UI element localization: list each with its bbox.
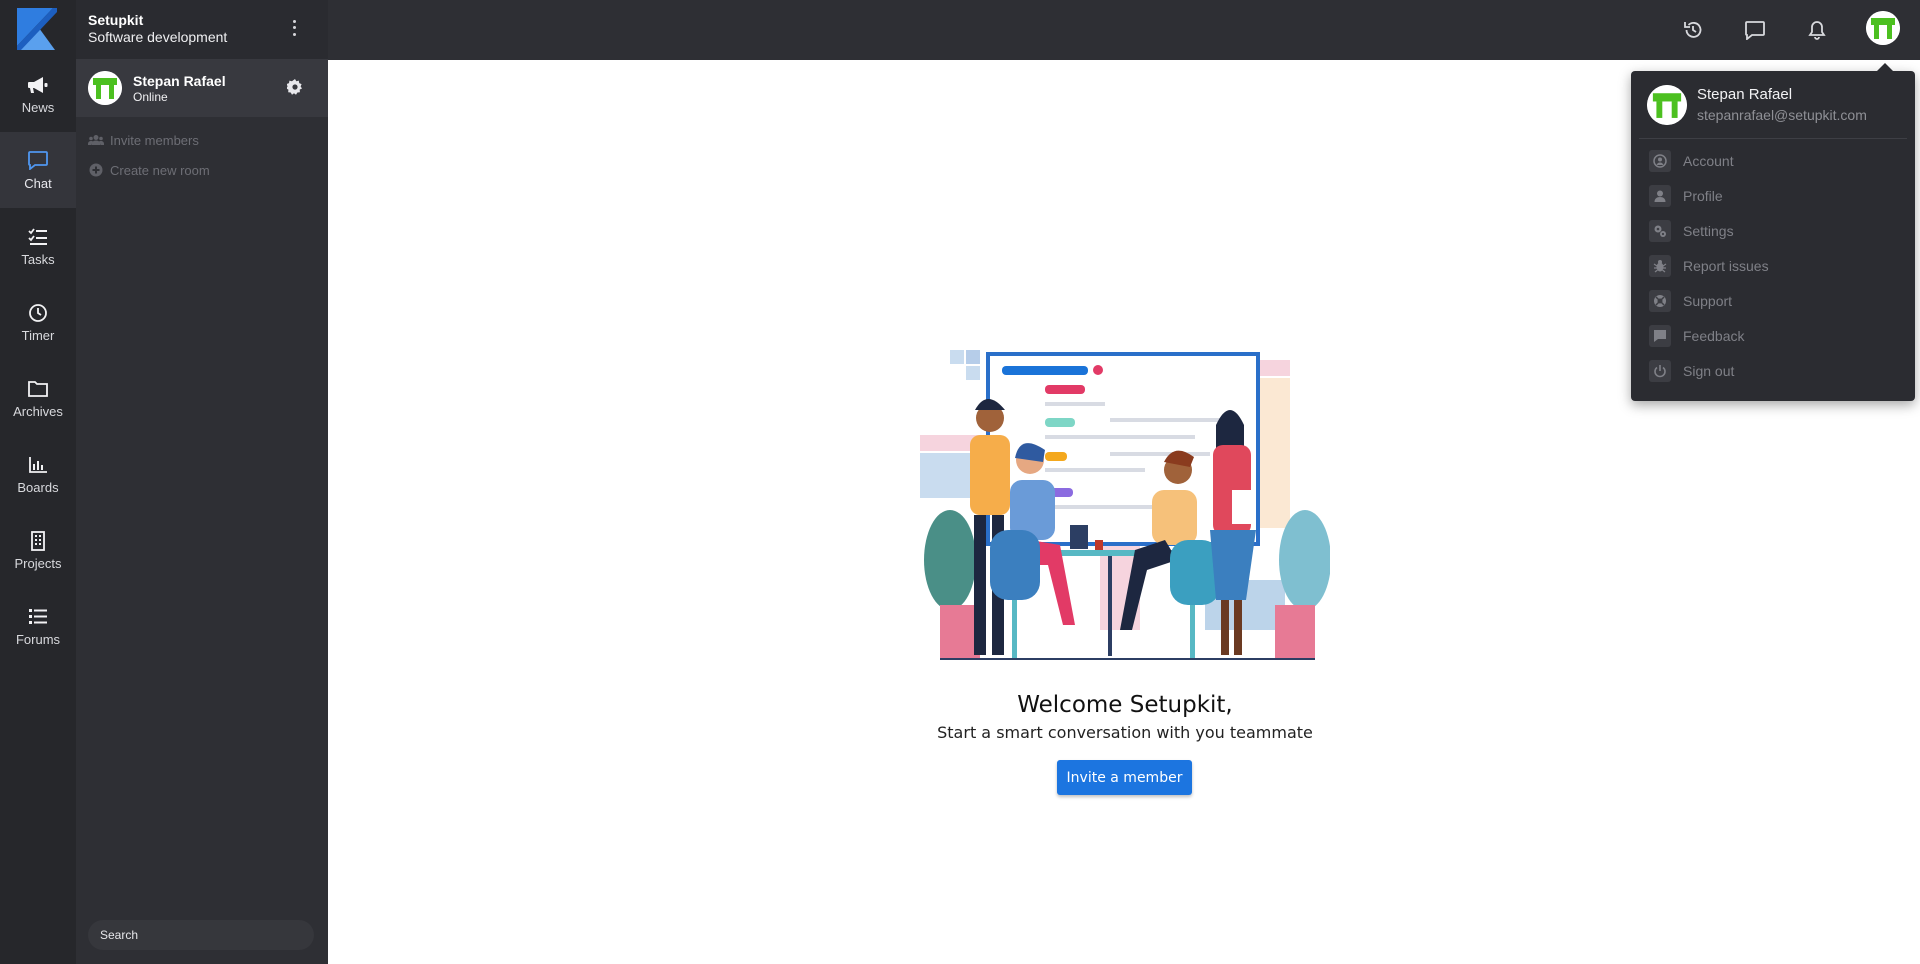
user-avatar-button[interactable] [1866, 11, 1900, 45]
bar-chart-icon [27, 454, 49, 476]
rail-item-chat[interactable]: Chat [0, 132, 76, 208]
invite-member-button[interactable]: Invite a member [1057, 760, 1192, 795]
power-icon [1649, 359, 1671, 382]
top-bar [328, 0, 1920, 60]
checklist-icon [27, 226, 49, 248]
workspace-header: Setupkit Software development [76, 0, 328, 59]
menu-item-label: Feedback [1683, 327, 1745, 344]
account-dropdown: Stepan Rafael stepanrafael@setupkit.com … [1631, 63, 1915, 401]
rail-item-boards[interactable]: Boards [0, 436, 76, 512]
search-box [88, 920, 314, 950]
rail-label: Projects [14, 555, 62, 571]
menu-item-account[interactable]: Account [1631, 143, 1915, 178]
app-rail: News Chat Tasks Timer Archives Boards Pr… [0, 0, 76, 964]
rail-label: Timer [21, 327, 55, 343]
list-icon [27, 606, 49, 628]
building-icon [27, 530, 49, 552]
menu-item-label: Sign out [1683, 362, 1735, 379]
menu-item-report-issues[interactable]: Report issues [1631, 248, 1915, 283]
chat-icon [27, 150, 49, 172]
users-icon [88, 133, 104, 147]
rail-item-projects[interactable]: Projects [0, 512, 76, 588]
rail-item-forums[interactable]: Forums [0, 588, 76, 664]
menu-item-support[interactable]: Support [1631, 283, 1915, 318]
lifebuoy-icon [1649, 289, 1671, 312]
create-new-room-label: Create new room [110, 162, 210, 178]
search-input[interactable] [100, 928, 302, 942]
gear-icon[interactable] [286, 79, 303, 95]
feedback-icon [1649, 324, 1671, 347]
dropdown-arrow [1877, 63, 1893, 71]
workspace-name: Setupkit [88, 12, 144, 28]
invite-members-label: Invite members [110, 132, 199, 148]
rail-label: News [21, 99, 55, 115]
rail-label: Archives [13, 403, 63, 419]
settings-icon [1649, 219, 1671, 242]
menu-item-settings[interactable]: Settings [1631, 213, 1915, 248]
invite-members-link[interactable]: Invite members [76, 129, 328, 151]
menu-item-label: Support [1683, 292, 1733, 309]
menu-item-profile[interactable]: Profile [1631, 178, 1915, 213]
menu-item-label: Settings [1683, 222, 1734, 239]
history-icon[interactable] [1681, 18, 1705, 42]
workspace-description: Software development [88, 29, 228, 45]
rail-item-news[interactable]: News [0, 56, 76, 132]
rail-label: Tasks [21, 251, 55, 267]
profile-icon [1649, 184, 1671, 207]
welcome-title: Welcome Setupkit, [1017, 692, 1233, 718]
rail-item-archives[interactable]: Archives [0, 360, 76, 436]
app-logo-icon[interactable] [17, 8, 57, 50]
user-card: Stepan Rafael Online [76, 59, 328, 117]
sidebar: Setupkit Software development Stepan Raf… [76, 0, 328, 964]
rail-label: Boards [17, 479, 59, 495]
menu-item-sign-out[interactable]: Sign out [1631, 353, 1915, 388]
user-status: Online [133, 89, 168, 104]
rail-item-tasks[interactable]: Tasks [0, 208, 76, 284]
account-icon [1649, 149, 1671, 172]
rail-label: Chat [24, 175, 52, 191]
user-name: Stepan Rafael [133, 72, 226, 89]
dropdown-user-email: stepanrafael@setupkit.com [1697, 107, 1867, 123]
avatar [1647, 84, 1687, 125]
menu-item-feedback[interactable]: Feedback [1631, 318, 1915, 353]
folder-icon [27, 378, 49, 400]
menu-item-label: Account [1683, 152, 1734, 169]
megaphone-icon [27, 74, 49, 96]
plus-circle-icon [88, 163, 104, 177]
more-vertical-icon[interactable] [290, 18, 298, 38]
clock-icon [27, 302, 49, 324]
rail-label: Forums [15, 631, 61, 647]
menu-item-label: Profile [1683, 187, 1723, 204]
dropdown-user-header: Stepan Rafael stepanrafael@setupkit.com [1639, 71, 1907, 139]
welcome-subtitle: Start a smart conversation with you team… [937, 723, 1313, 742]
menu-item-label: Report issues [1683, 257, 1769, 274]
team-illustration [920, 350, 1331, 670]
bug-icon [1649, 254, 1671, 277]
chat-icon[interactable] [1743, 18, 1767, 42]
bell-icon[interactable] [1805, 18, 1829, 42]
rail-item-timer[interactable]: Timer [0, 284, 76, 360]
dropdown-user-name: Stepan Rafael [1697, 86, 1793, 103]
avatar[interactable] [88, 71, 122, 105]
create-new-room-link[interactable]: Create new room [76, 159, 328, 181]
